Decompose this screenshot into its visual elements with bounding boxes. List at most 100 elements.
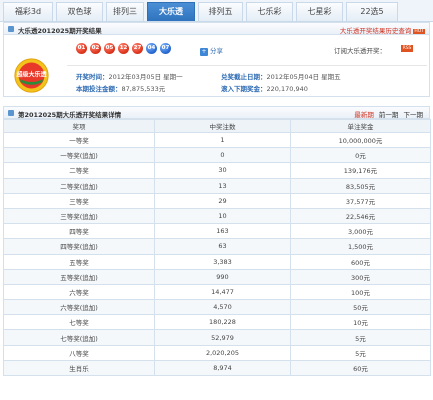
tab-2[interactable]: 排列三 (106, 2, 144, 21)
winner-count-cell: 4,570 (154, 299, 291, 316)
prize-level-cell: 三等奖 (3, 192, 155, 209)
prize-amount-cell: 3,000元 (290, 223, 431, 240)
winner-count-cell: 1 (154, 131, 291, 149)
prize-amount-cell: 10,000,000元 (290, 131, 431, 149)
winner-count-cell: 30 (154, 162, 291, 179)
prize-level-cell: 六等奖 (3, 283, 155, 301)
prize-amount-cell: 60元 (290, 359, 431, 377)
history-query-label: 大乐透开奖结果历史查询 (339, 27, 412, 35)
table-row: 二等奖 30 139,176元 (3, 162, 431, 179)
red-ball: 02 (90, 43, 101, 54)
daletou-logo: 超级大乐透 (14, 58, 49, 93)
prize-level-cell: 三等奖(追加) (3, 207, 155, 225)
prize-level-cell: 五等奖 (3, 253, 155, 270)
winner-count-cell: 14,477 (154, 283, 291, 301)
prize-level-cell: 八等奖 (3, 344, 155, 361)
latest-period-link[interactable]: 最新期 (354, 111, 374, 119)
table-row: 二等奖(追加) 13 83,505元 (3, 177, 431, 194)
draw-time: 开奖时间：2012年03月05日 星期一 (76, 71, 183, 81)
panel-divider (67, 65, 427, 66)
table-row: 一等奖(追加) 0 0元 (3, 147, 431, 164)
winner-count-cell: 3,383 (154, 253, 291, 270)
previous-period-link[interactable]: 前一期 (379, 111, 399, 119)
tab-6[interactable]: 七星彩 (296, 2, 343, 21)
sales-amount: 本期投注金额：87,875,533元 (76, 83, 165, 93)
prize-level-cell: 生肖乐 (3, 359, 155, 377)
detail-section-header: 第2012025期大乐透开奖结果详情 最新期 前一期 下一期 (3, 106, 430, 119)
prize-amount-cell: 22,546元 (290, 207, 431, 225)
prize-level-cell: 二等奖 (3, 162, 155, 179)
period-nav: 最新期 前一期 下一期 (351, 109, 423, 119)
hot-badge: HOT (413, 29, 425, 34)
table-row: 五等奖 3,383 600元 (3, 253, 431, 270)
pool-value: 220,170,940 (266, 85, 308, 93)
winner-count-cell: 180,228 (154, 314, 291, 331)
result-section-header: 大乐透2012025期开奖结果 大乐透开奖结果历史查询 HOT (3, 22, 430, 35)
next-period-link[interactable]: 下一期 (404, 111, 424, 119)
table-row: 一等奖 1 10,000,000元 (3, 131, 431, 149)
prize-amount-cell: 10元 (290, 314, 431, 331)
header-prize-amount: 单注奖金 (290, 119, 431, 133)
prize-amount-cell: 1,500元 (290, 238, 431, 255)
share-icon: + (200, 48, 208, 56)
prize-level-cell: 四等奖(追加) (3, 238, 155, 255)
tab-0[interactable]: 福彩3d (3, 2, 53, 21)
prize-amount-cell: 37,577元 (290, 192, 431, 209)
lottery-tab-bar: 福彩3d 双色球 排列三 大乐透 排列五 七乐彩 七星彩 22选5 (0, 0, 433, 22)
prize-detail-table: 奖项 中奖注数 单注奖金 一等奖 1 10,000,000元 一等奖(追加) 0 0元 二等… (3, 119, 431, 377)
share-label: 分享 (210, 47, 223, 55)
table-row: 三等奖(追加) 10 22,546元 (3, 207, 431, 225)
winner-count-cell: 2,020,205 (154, 344, 291, 361)
blue-ball: 07 (160, 43, 171, 54)
winner-count-cell: 990 (154, 268, 291, 285)
result-panel: 超级大乐透 01 02 05 12 27 04 07 + 分享 订阅大乐透开奖： RSS 开奖… (3, 35, 430, 97)
red-ball: 27 (132, 43, 143, 54)
prize-level-cell: 七等奖(追加) (3, 329, 155, 346)
deadline-value: 2012年05月04日 星期五 (266, 73, 341, 81)
table-row: 七等奖 180,228 10元 (3, 314, 431, 331)
logo-text: 超级大乐透 (15, 70, 46, 78)
header-prize-level: 奖项 (3, 119, 155, 133)
tab-7[interactable]: 22选5 (346, 2, 398, 21)
tab-4[interactable]: 排列五 (198, 2, 243, 21)
prize-level-cell: 四等奖 (3, 223, 155, 240)
result-section-title: 大乐透2012025期开奖结果 (18, 27, 102, 35)
table-row: 六等奖(追加) 4,570 50元 (3, 299, 431, 316)
prize-amount-cell: 0元 (290, 147, 431, 164)
jackpot-rollover: 滚入下期奖金：220,170,940 (221, 83, 308, 93)
winner-count-cell: 163 (154, 223, 291, 240)
prize-amount-cell: 50元 (290, 299, 431, 316)
history-query-link[interactable]: 大乐透开奖结果历史查询 HOT (340, 25, 425, 35)
tab-5[interactable]: 七乐彩 (246, 2, 293, 21)
rss-subscribe-button[interactable]: RSS (401, 45, 413, 52)
tab-1[interactable]: 双色球 (56, 2, 103, 21)
deadline: 兑奖截止日期：2012年05月04日 星期五 (221, 71, 341, 81)
winner-count-cell: 29 (154, 192, 291, 209)
share-button[interactable]: + 分享 (200, 45, 223, 56)
prize-amount-cell: 83,505元 (290, 177, 431, 194)
deadline-label: 兑奖截止日期： (221, 73, 267, 81)
header-winner-count: 中奖注数 (154, 119, 291, 133)
prize-level-cell: 一等奖 (3, 131, 155, 149)
table-row: 生肖乐 8,974 60元 (3, 359, 431, 377)
table-row: 五等奖(追加) 990 300元 (3, 268, 431, 285)
table-row: 七等奖(追加) 52,979 5元 (3, 329, 431, 346)
detail-section-title: 第2012025期大乐透开奖结果详情 (18, 111, 122, 119)
red-ball: 12 (118, 43, 129, 54)
prize-amount-cell: 139,176元 (290, 162, 431, 179)
prize-amount-cell: 600元 (290, 253, 431, 270)
prize-level-cell: 五等奖(追加) (3, 268, 155, 285)
table-row: 八等奖 2,020,205 5元 (3, 344, 431, 361)
table-row: 四等奖(追加) 63 1,500元 (3, 238, 431, 255)
draw-time-label: 开奖时间： (76, 73, 109, 81)
winner-count-cell: 52,979 (154, 329, 291, 346)
red-ball: 01 (76, 43, 87, 54)
tab-3[interactable]: 大乐透 (147, 2, 195, 21)
prize-level-cell: 六等奖(追加) (3, 299, 155, 316)
sales-label: 本期投注金额： (76, 85, 122, 93)
pool-label: 滚入下期奖金： (221, 85, 267, 93)
prize-level-cell: 二等奖(追加) (3, 177, 155, 194)
draw-time-value: 2012年03月05日 星期一 (108, 73, 183, 81)
sales-value: 87,875,533元 (121, 85, 166, 93)
winner-count-cell: 0 (154, 147, 291, 164)
